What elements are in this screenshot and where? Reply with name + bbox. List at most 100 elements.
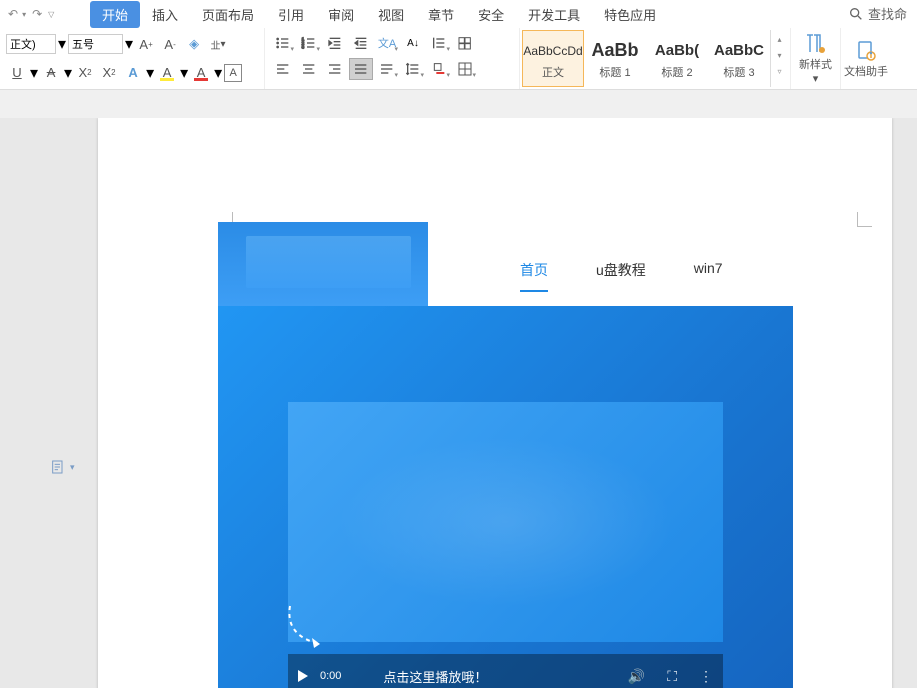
document-area: ▾ 首页 u盘教程 win7 [0,118,917,688]
font-color-button[interactable]: A [190,62,212,84]
style-scroll-up-icon[interactable]: ▴ [777,35,781,51]
play-button[interactable] [298,670,308,682]
style-preview: AaBbC [714,38,764,64]
web-tab-home[interactable]: 首页 [520,260,548,292]
style-heading2[interactable]: AaBb( 标题 2 [646,30,708,87]
embedded-web-content: 首页 u盘教程 win7 0:00 点击这里播放哦！ 🔊 [218,222,793,688]
hero-banner: 0:00 点击这里播放哦！ 🔊 ⛶ ⋮ [218,306,793,688]
tab-insert[interactable]: 插入 [140,1,190,28]
style-label: 正文 [542,64,564,80]
tab-devtools[interactable]: 开发工具 [516,1,592,28]
new-style-icon [804,32,828,56]
clear-format-button[interactable]: ◈ [183,33,205,55]
ribbon-styles-group: AaBbCcDd 正文 AaBb 标题 1 AaBb( 标题 2 AaBbC 标… [520,28,791,89]
margin-marks [218,198,772,199]
line-spacing-pre-button[interactable]: ▾ [427,32,451,54]
style-normal[interactable]: AaBbCcDd 正文 [522,30,584,87]
char-border-button[interactable]: A [224,64,242,82]
search-icon [848,6,864,22]
ribbon-paragraph-group: ▾ 123▾ 文A▾ A↓ ▾ ▾ ▾ ▾ ▾ [265,28,520,89]
logo-inner [246,236,411,288]
style-heading1[interactable]: AaBb 标题 1 [584,30,646,87]
hero-backdrop [308,422,703,622]
fullscreen-icon[interactable]: ⛶ [667,668,677,685]
borders-button[interactable]: ▾ [453,58,477,80]
sort-button[interactable]: A↓ [401,32,425,54]
style-preview: AaBb [591,38,638,64]
style-label: 标题 3 [723,64,754,80]
assistant-label: 文档助手 [844,63,888,79]
video-controls: 0:00 点击这里播放哦！ 🔊 ⛶ ⋮ [288,654,723,688]
web-tab-win7[interactable]: win7 [694,260,723,292]
document-page[interactable]: 首页 u盘教程 win7 0:00 点击这里播放哦！ 🔊 [98,118,892,688]
style-heading3[interactable]: AaBbC 标题 3 [708,30,770,87]
new-style-label: 新样式 [799,56,832,72]
line-spacing-button[interactable]: ▾ [401,58,425,80]
align-left-button[interactable] [271,58,295,80]
search-label: 查找命 [868,4,907,23]
increase-indent-button[interactable] [349,32,373,54]
ribbon: ▾ ▾ A+ A- ◈ 㐀▾ U ▾ A ▾ X2 X2 A ▾ A ▾ A ▾ A ▾ … [0,28,917,90]
text-effect-button[interactable]: A [122,62,144,84]
style-label: 标题 1 [599,64,630,80]
tab-review[interactable]: 审阅 [316,1,366,28]
phonetic-button[interactable]: 㐀▾ [207,33,229,55]
search-command[interactable]: 查找命 [848,4,907,23]
show-marks-button[interactable] [453,32,477,54]
style-label: 标题 2 [661,64,692,80]
font-family-select[interactable] [6,34,56,54]
underline-button[interactable]: U [6,62,28,84]
font-family-caret[interactable]: ▾ [58,34,66,54]
tab-view[interactable]: 视图 [366,1,416,28]
style-scroll[interactable]: ▴ ▾ ▿ [770,30,788,87]
tab-layout[interactable]: 页面布局 [190,1,266,28]
assistant-icon [854,39,878,63]
distribute-button[interactable]: ▾ [375,58,399,80]
style-gallery-expand-icon[interactable]: ▿ [777,67,781,83]
volume-icon[interactable]: 🔊 [628,668,645,685]
font-size-caret[interactable]: ▾ [125,34,133,54]
strike-button[interactable]: A [40,62,62,84]
video-time: 0:00 [320,670,341,682]
page-icon [50,458,66,476]
superscript-button[interactable]: X2 [74,62,96,84]
align-right-button[interactable] [323,58,347,80]
new-style-button[interactable]: 新样式▾ [791,28,841,89]
bullet-list-button[interactable]: ▾ [271,32,295,54]
ribbon-font-group: ▾ ▾ A+ A- ◈ 㐀▾ U▾ A▾ X2 X2 A▾ A▾ A▾ A [0,28,265,89]
align-justify-button[interactable] [349,58,373,80]
tab-security[interactable]: 安全 [466,1,516,28]
arrow-doodle-icon [280,596,350,652]
decrease-indent-button[interactable] [323,32,347,54]
menu-tab-bar: 开始 插入 页面布局 引用 审阅 视图 章节 安全 开发工具 特色应用 查找命 [60,0,917,28]
tab-special[interactable]: 特色应用 [592,1,668,28]
redo-button[interactable]: ↷ [32,7,42,21]
hero-video-frame[interactable] [288,402,723,642]
site-logo[interactable] [218,222,428,306]
highlight-button[interactable]: A [156,62,178,84]
shrink-font-button[interactable]: A- [159,33,181,55]
tab-start[interactable]: 开始 [90,1,140,28]
web-navbar: 首页 u盘教程 win7 [218,222,793,306]
tab-reference[interactable]: 引用 [266,1,316,28]
shading-button[interactable]: ▾ [427,58,451,80]
video-hint-text: 点击这里播放哦！ [383,667,487,686]
style-preview: AaBbCcDd [523,38,582,64]
text-direction-button[interactable]: 文A▾ [375,32,399,54]
doc-assistant-button[interactable]: 文档助手 [841,28,891,89]
floating-insert-button[interactable]: ▾ [50,458,75,476]
more-icon[interactable]: ⋮ [699,668,713,685]
subscript-button[interactable]: X2 [98,62,120,84]
font-size-select[interactable] [68,34,123,54]
align-center-button[interactable] [297,58,321,80]
undo-button[interactable]: ↶▾ [8,7,26,21]
chevron-down-icon: ▾ [70,462,75,473]
qat-more[interactable]: ▽ [48,10,54,19]
tab-chapter[interactable]: 章节 [416,1,466,28]
web-tab-usb[interactable]: u盘教程 [596,260,646,292]
style-preview: AaBb( [655,38,699,64]
style-scroll-down-icon[interactable]: ▾ [777,51,781,67]
grow-font-button[interactable]: A+ [135,33,157,55]
number-list-button[interactable]: 123▾ [297,32,321,54]
svg-text:3: 3 [302,44,305,49]
